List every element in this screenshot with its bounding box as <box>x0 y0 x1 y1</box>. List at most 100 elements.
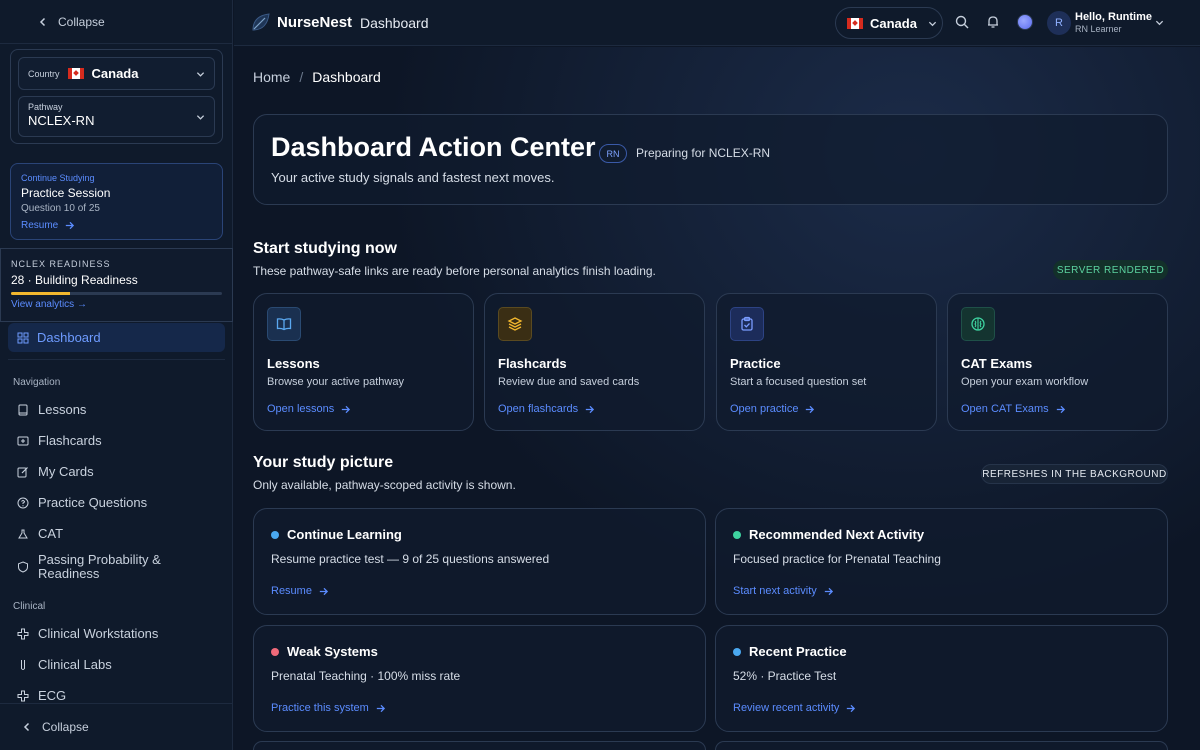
preparing-text: Preparing for NCLEX-RN <box>636 146 771 160</box>
collapse-bottom-button[interactable]: Collapse <box>0 703 233 750</box>
start-next-activity-link[interactable]: Start next activity <box>733 585 834 597</box>
sidebar-item-label: ECG <box>38 688 67 703</box>
card-description: Browse your active pathway <box>267 376 404 388</box>
search-icon[interactable] <box>955 15 969 29</box>
start-section-title: Start studying now <box>253 240 397 257</box>
weak-systems-card[interactable]: Weak Systems Prenatal Teaching · 100% mi… <box>253 625 706 732</box>
status-dot <box>733 647 741 656</box>
chevron-down-icon[interactable] <box>1155 18 1164 27</box>
brand-name[interactable]: NurseNest <box>277 14 352 31</box>
nav-section-title: Navigation <box>13 377 61 388</box>
sidebar-item-my-cards[interactable]: My Cards <box>17 464 94 479</box>
chevron-left-icon <box>39 17 46 26</box>
link-label: Open lessons <box>267 403 335 415</box>
readiness-kicker: NCLEX READINESS <box>11 259 111 269</box>
arrow-right-icon <box>376 704 385 712</box>
sidebar-item-label: Lessons <box>38 402 87 417</box>
sidebar-item-flashcards[interactable]: Flashcards <box>17 433 102 448</box>
header-country-select[interactable]: Canada <box>835 7 943 39</box>
pathway-select[interactable]: Pathway NCLEX-RN <box>18 96 215 137</box>
country-select[interactable]: Country Canada <box>18 57 215 90</box>
open-flashcards-link[interactable]: Open flashcards <box>498 403 595 415</box>
resume-activity-link[interactable]: Resume <box>271 585 329 597</box>
resume-link[interactable]: Resume <box>21 220 75 231</box>
practice-card[interactable]: Practice Start a focused question set Op… <box>716 293 937 431</box>
user-name[interactable]: Hello, Runtime <box>1075 11 1152 23</box>
status-dot <box>271 647 279 656</box>
sidebar-item-ecg[interactable]: ECG <box>17 688 66 703</box>
avatar[interactable]: R <box>1047 11 1071 35</box>
arrow-right-icon <box>806 405 815 413</box>
pathway-select-value: NCLEX-RN <box>28 113 95 128</box>
theme-toggle-icon[interactable] <box>1017 14 1033 30</box>
link-label: Open flashcards <box>498 403 579 415</box>
sidebar-item-practice-questions[interactable]: Practice Questions <box>17 495 147 510</box>
clinical-section-title: Clinical <box>13 601 46 612</box>
recommended-activity-card[interactable]: Recommended Next Activity Focused practi… <box>715 508 1168 615</box>
start-section-subtitle: These pathway-safe links are ready befor… <box>253 264 656 278</box>
open-cat-exams-link[interactable]: Open CAT Exams <box>961 403 1066 415</box>
recent-practice-card[interactable]: Recent Practice 52% · Practice Test Revi… <box>715 625 1168 732</box>
dashboard-hero-card: Dashboard Action Center RN Preparing for… <box>253 114 1168 205</box>
sidebar-item-lessons[interactable]: Lessons <box>17 402 86 417</box>
breadcrumb-current: Dashboard <box>312 69 381 85</box>
arrow-right-icon <box>824 587 833 595</box>
country-select-value: Canada <box>91 66 139 81</box>
top-header: NurseNest Dashboard Canada R Hello, Runt… <box>234 0 1200 46</box>
breadcrumb-home[interactable]: Home <box>253 69 290 85</box>
flashcards-card[interactable]: Flashcards Review due and saved cards Op… <box>484 293 705 431</box>
sidebar-item-label: Dashboard <box>37 330 101 345</box>
page-title: Dashboard Action Center <box>271 132 596 162</box>
sidebar-item-label: CAT <box>38 526 64 541</box>
cat-exams-card[interactable]: CAT Exams Open your exam workflow Open C… <box>947 293 1168 431</box>
edit-icon <box>17 466 28 477</box>
open-practice-link[interactable]: Open practice <box>730 403 815 415</box>
view-analytics-link[interactable]: View analytics → <box>11 299 87 310</box>
pathway-selector-box: Country Canada Pathway NCLEX-RN <box>10 49 223 144</box>
main-content: Home / Dashboard Dashboard Action Center… <box>234 47 1200 750</box>
collapse-bottom-label: Collapse <box>42 720 89 734</box>
card-title: Recent Practice <box>749 644 847 659</box>
sidebar-item-label: Clinical Labs <box>38 657 112 672</box>
continue-title: Practice Session <box>21 186 111 200</box>
practice-system-link[interactable]: Practice this system <box>271 702 386 714</box>
clipboard-check-icon <box>730 307 764 341</box>
lessons-card[interactable]: Lessons Browse your active pathway Open … <box>253 293 474 431</box>
card-description: 52% · Practice Test <box>733 669 837 683</box>
rn-badge: RN <box>599 144 627 163</box>
sidebar-item-label: My Cards <box>38 464 94 479</box>
chevron-left-icon <box>23 722 30 732</box>
chevron-down-icon <box>196 71 205 77</box>
sidebar-item-passing-probability[interactable]: Passing Probability & Readiness <box>17 553 168 581</box>
continue-learning-card[interactable]: Continue Learning Resume practice test —… <box>253 508 706 615</box>
sidebar-item-clinical-workstations[interactable]: Clinical Workstations <box>17 626 158 641</box>
refresh-badge: REFRESHES IN THE BACKGROUND <box>981 464 1168 484</box>
sidebar-item-clinical-labs[interactable]: Clinical Labs <box>17 657 112 672</box>
link-label: Resume <box>271 585 312 597</box>
card-title: Continue Learning <box>287 527 402 542</box>
status-dot <box>733 530 741 539</box>
country-select-label: Country <box>28 68 60 79</box>
card-description: Open your exam workflow <box>961 376 1089 388</box>
sidebar-item-dashboard[interactable]: Dashboard <box>8 323 225 352</box>
collapse-top-label: Collapse <box>58 14 105 29</box>
review-recent-link[interactable]: Review recent activity <box>733 702 856 714</box>
arrow-right-icon <box>66 221 75 230</box>
test-tube-icon <box>21 659 25 670</box>
card-title: Lessons <box>267 356 320 371</box>
card-title: Weak Systems <box>287 644 378 659</box>
collapse-top-button[interactable]: Collapse <box>0 0 232 44</box>
sidebar-item-cat[interactable]: CAT <box>17 526 63 541</box>
canada-flag-icon <box>847 17 863 29</box>
readiness-progress-fill <box>11 292 71 295</box>
continue-studying-card[interactable]: Continue Studying Practice Session Quest… <box>10 163 223 240</box>
chevron-down-icon <box>196 114 205 120</box>
server-rendered-badge: SERVER RENDERED <box>1053 260 1168 280</box>
pathway-select-label: Pathway <box>28 102 63 112</box>
book-icon <box>267 307 301 341</box>
bell-icon[interactable] <box>986 15 1000 29</box>
readiness-progress-bar <box>11 292 222 295</box>
arrow-right-icon <box>1056 405 1065 413</box>
arrow-right-icon <box>847 704 856 712</box>
open-lessons-link[interactable]: Open lessons <box>267 403 351 415</box>
